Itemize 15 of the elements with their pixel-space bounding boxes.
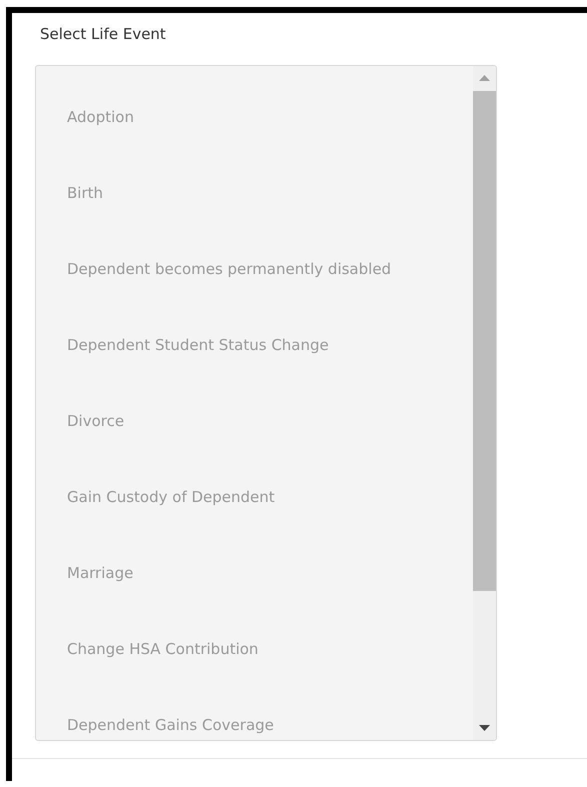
scrollbar-thumb[interactable] [473,91,496,591]
event-option[interactable]: Adoption [36,79,473,155]
scrollbar[interactable] [473,66,496,740]
scroll-down-icon[interactable] [479,725,490,731]
event-option[interactable]: Gain Custody of Dependent [36,459,473,535]
event-option[interactable]: Divorce [36,383,473,459]
field-label: Select Life Event [39,24,166,45]
event-listbox[interactable]: Adoption Birth Dependent becomes permanently disabled Dependent Student Status Change Divorce Gain Custody of Dependent Marriage Change HSA Contribution Dependent Gains Coverage [35,65,497,741]
event-option[interactable]: Change HSA Contribution [36,611,473,687]
event-option[interactable]: Dependent becomes permanently disabled [36,231,473,307]
event-option[interactable]: Dependent Student Status Change [36,307,473,383]
event-option[interactable]: Birth [36,155,473,231]
scroll-up-icon[interactable] [479,75,490,81]
event-option[interactable]: Marriage [36,535,473,611]
event-option[interactable]: Dependent Gains Coverage [36,687,473,740]
